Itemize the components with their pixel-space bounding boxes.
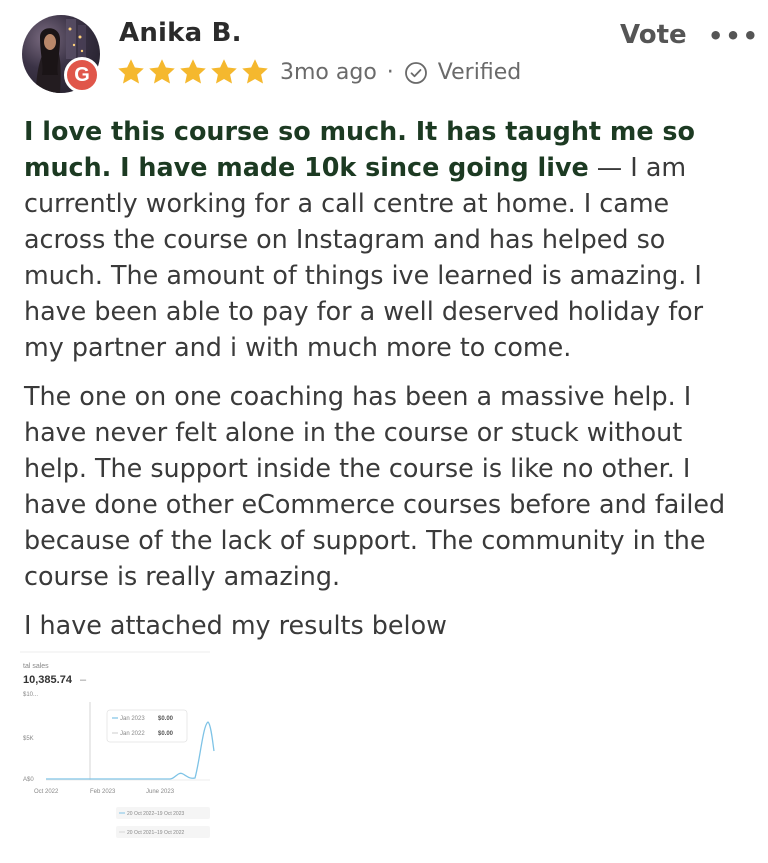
star-icon bbox=[211, 59, 237, 84]
review-paragraph: I love this course so much. It has taugh… bbox=[24, 113, 748, 365]
vote-button[interactable]: Vote bbox=[620, 20, 687, 50]
star-icon bbox=[242, 59, 268, 84]
star-icon bbox=[149, 59, 175, 84]
tooltip-label: Jan 2023 bbox=[120, 716, 145, 722]
x-tick: Oct 2022 bbox=[34, 789, 59, 795]
legend-item: 20 Oct 2022–19 Oct 2023 bbox=[127, 811, 184, 817]
legend-item: 20 Oct 2021–19 Oct 2022 bbox=[127, 830, 184, 836]
star-rating bbox=[116, 57, 270, 87]
tooltip-value: $0.00 bbox=[158, 716, 174, 722]
review-paragraph: The one on one coaching has been a massi… bbox=[24, 381, 726, 591]
y-tick: $10... bbox=[23, 692, 38, 698]
review-time: 3mo ago bbox=[280, 60, 377, 85]
google-badge-letter: G bbox=[74, 63, 90, 86]
review-body: I love this course so much. It has taugh… bbox=[24, 113, 748, 656]
verified-check-icon bbox=[404, 61, 427, 84]
y-tick: A$0 bbox=[23, 777, 34, 783]
star-icon bbox=[118, 59, 144, 84]
review-meta: 3mo ago · Verified bbox=[280, 60, 521, 85]
attached-results-image[interactable]: tal sales 10,385.74 – $10... $5K A$0 Jan… bbox=[20, 650, 216, 846]
tooltip-value: $0.00 bbox=[158, 731, 174, 737]
sales-chart-thumbnail: tal sales 10,385.74 – $10... $5K A$0 Jan… bbox=[20, 650, 216, 846]
more-options-button[interactable]: ••• bbox=[708, 22, 760, 50]
verified-label: Verified bbox=[437, 60, 522, 85]
headline-dash: — bbox=[588, 152, 631, 182]
y-tick: $5K bbox=[23, 736, 34, 742]
x-tick: Feb 2023 bbox=[90, 789, 116, 795]
reviewer-avatar[interactable]: G bbox=[22, 15, 102, 95]
x-tick: June 2023 bbox=[146, 789, 175, 795]
star-icon bbox=[180, 59, 206, 84]
chart-caption: tal sales bbox=[23, 663, 49, 670]
review-text-1: I am currently working for a call centre… bbox=[24, 152, 704, 362]
tooltip-label: Jan 2022 bbox=[120, 731, 145, 737]
chart-total: 10,385.74 bbox=[23, 674, 73, 686]
review-paragraph: I have attached my results below bbox=[24, 610, 447, 640]
chart-total-suffix: – bbox=[80, 674, 87, 686]
reviewer-name[interactable]: Anika B. bbox=[119, 18, 242, 48]
meta-separator: · bbox=[386, 60, 394, 85]
google-badge: G bbox=[64, 57, 100, 93]
